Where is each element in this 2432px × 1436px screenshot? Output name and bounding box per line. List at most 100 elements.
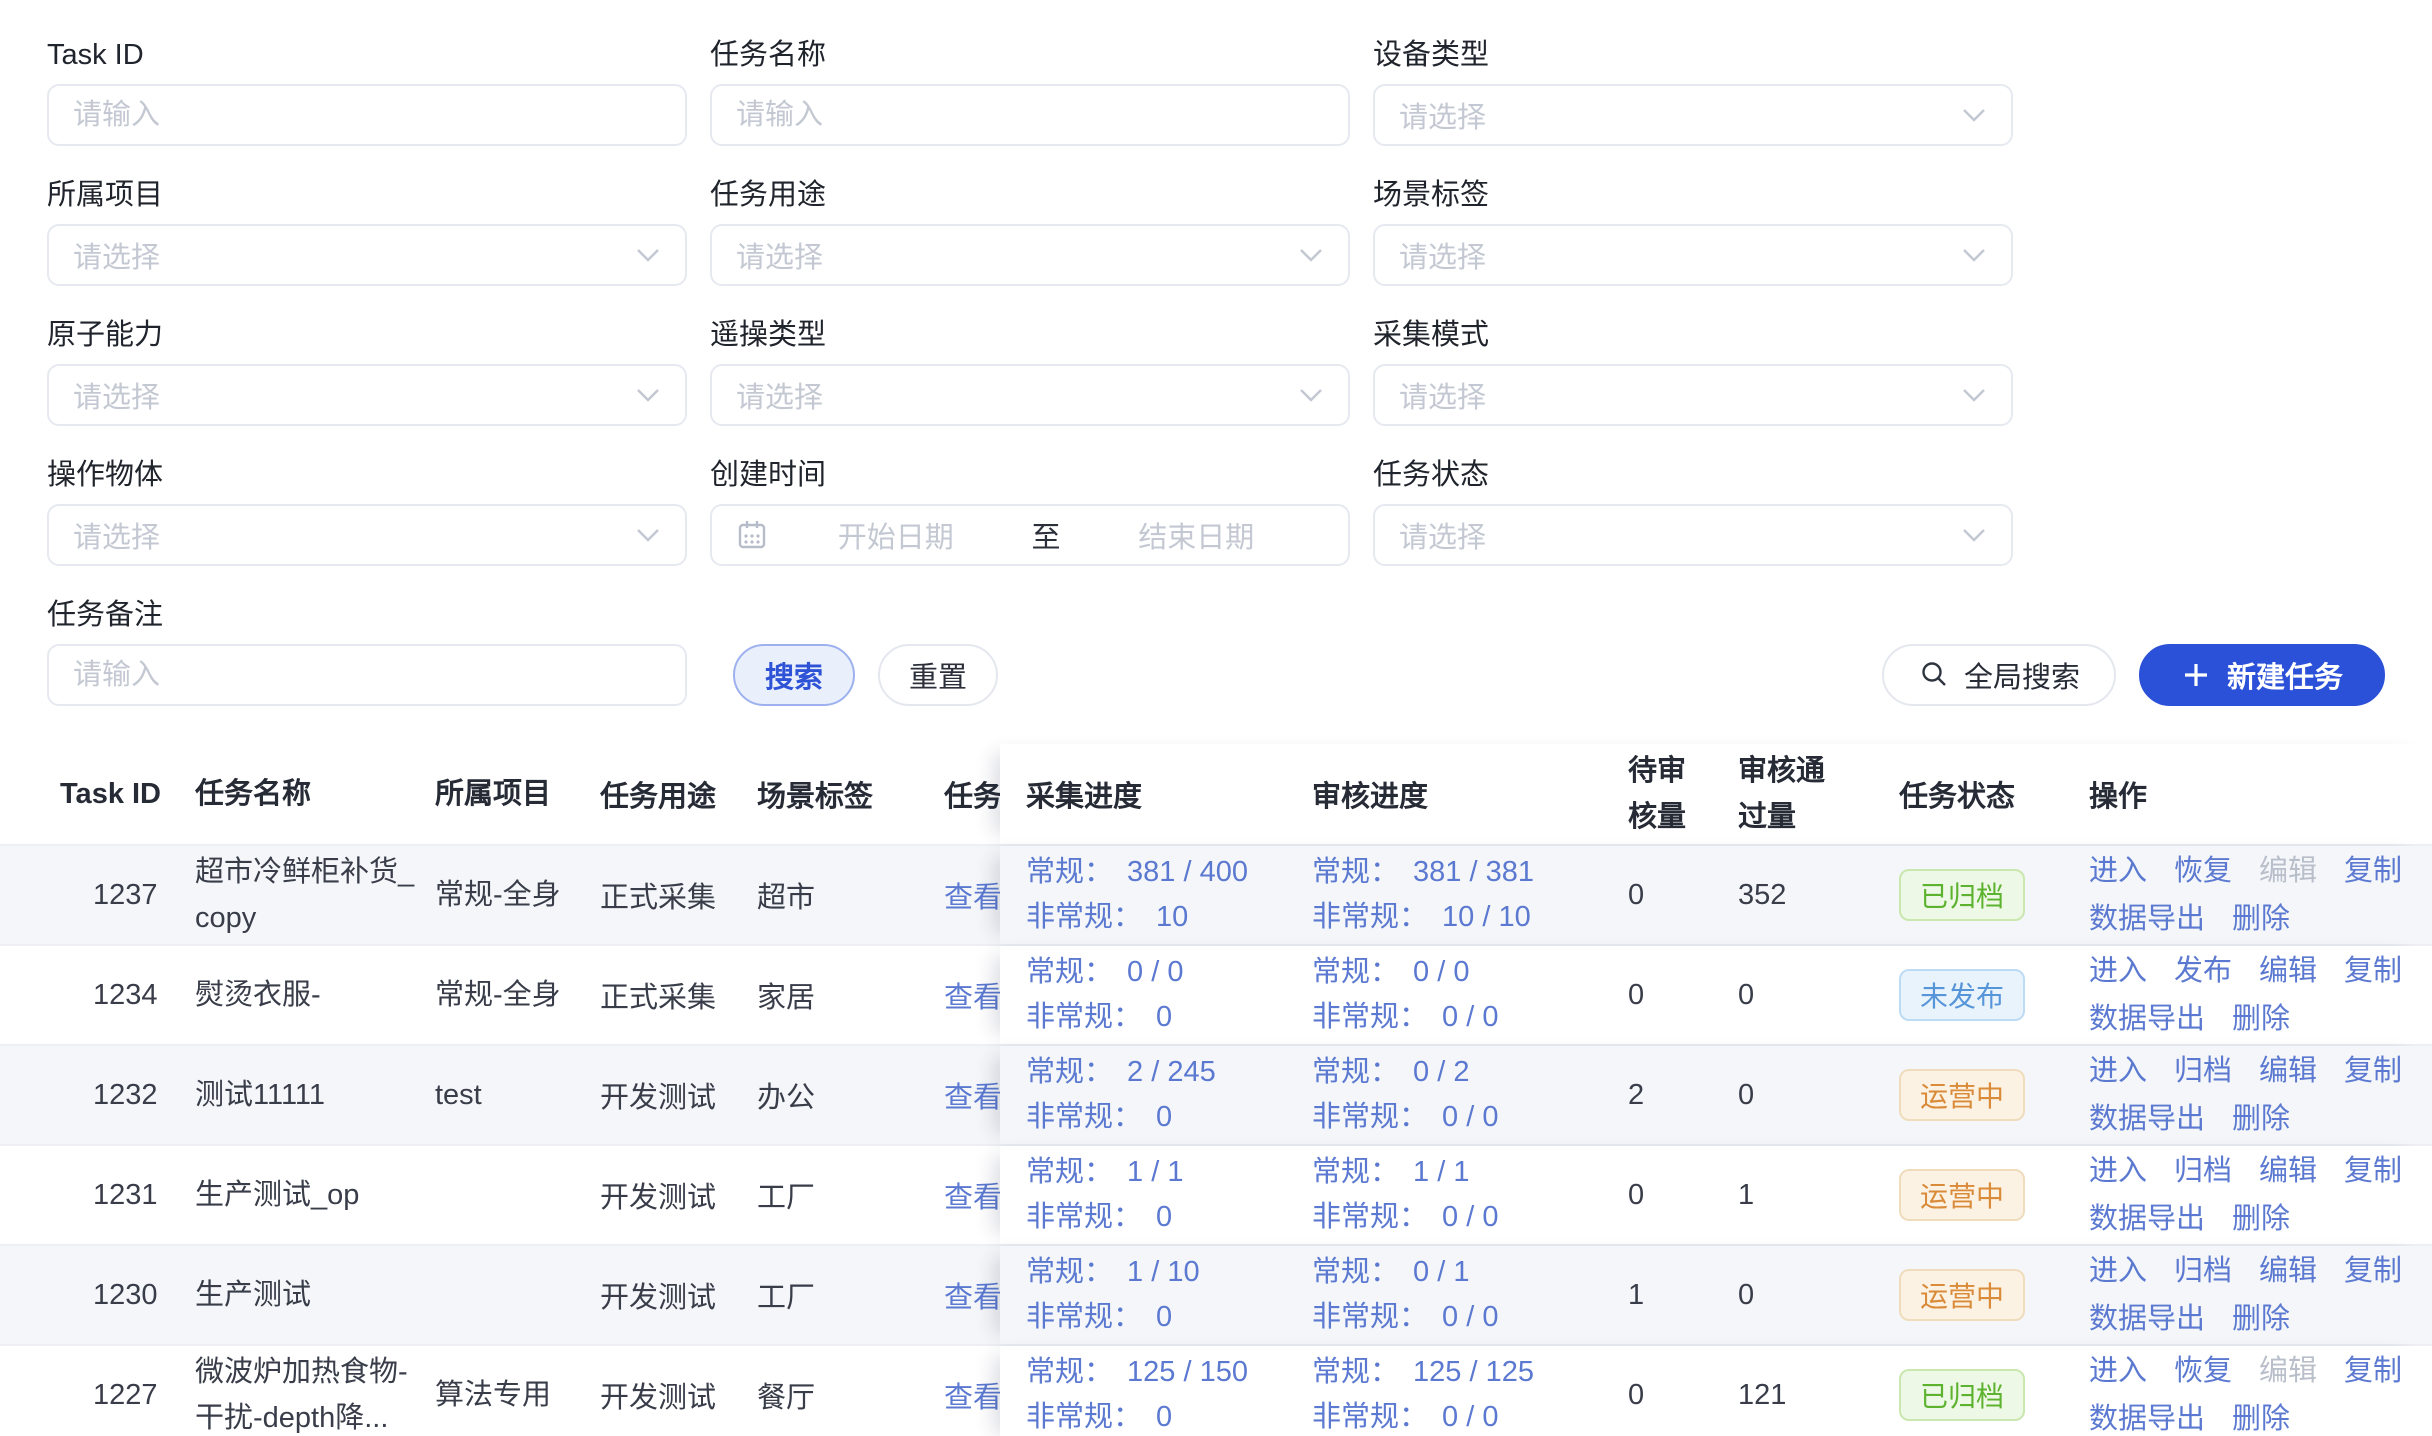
project-cell: 常规-全身 [435,872,600,918]
view-note-link[interactable]: 查看 [944,1082,1000,1114]
chevron-down-icon [1961,246,1987,264]
op-restore-link[interactable]: 恢复 [2174,856,2232,886]
op-enter-link[interactable]: 进入 [2089,856,2147,886]
review-progress-cell: 常规：1 / 1 非常规：0 / 0 [1312,1150,1620,1240]
status-badge: 运营中 [1899,1269,2025,1321]
ops-cell: 进入 恢复 编辑 复制 数据导出 删除 [2089,1356,2432,1434]
view-note-link[interactable]: 查看 [944,1282,1000,1314]
note-cell: 查看 [918,1374,1000,1416]
review-progress-cell: 常规：0 / 1 非常规：0 / 0 [1312,1250,1620,1340]
approved-count: 121 [1732,1379,1899,1412]
view-note-link[interactable]: 查看 [944,882,1000,914]
op-copy-link[interactable]: 复制 [2344,856,2402,886]
project-select[interactable]: 请选择 [47,224,687,286]
review-progress-cell: 常规：125 / 125 非常规：0 / 0 [1312,1350,1620,1436]
object-select[interactable]: 请选择 [47,504,687,566]
global-search-button[interactable]: 全局搜索 [1882,644,2116,706]
op-copy-link[interactable]: 复制 [2344,1056,2402,1086]
task-id-cell: 1232 [0,1079,195,1112]
op-copy-link[interactable]: 复制 [2344,1256,2402,1286]
note-cell: 查看 [918,1174,1000,1216]
approved-count: 1 [1732,1179,1899,1212]
view-note-link[interactable]: 查看 [944,1182,1000,1214]
op-delete-link[interactable]: 删除 [2232,1104,2290,1134]
task-table: Task ID 任务名称 所属项目 任务用途 场景标签 任务备注 采集进度 审核… [0,744,2432,1436]
chevron-down-icon [635,526,661,544]
project-cell: test [435,1072,600,1118]
new-task-button[interactable]: 新建任务 [2139,644,2385,706]
filter-collect-mode: 采集模式 请选择 [1373,320,2013,426]
op-delete-link[interactable]: 删除 [2232,1204,2290,1234]
op-enter-link[interactable]: 进入 [2089,1156,2147,1186]
table-row: 1237 超市冷鲜柜补货_copy 常规-全身 正式采集 超市 查看 常规：38… [0,844,2432,944]
task-name-input[interactable] [710,84,1350,146]
device-type-select[interactable]: 请选择 [1373,84,2013,146]
plus-icon [2181,660,2211,690]
task-name-cell: 生产测试_op [195,1172,435,1218]
op-edit-link[interactable]: 编辑 [2259,1056,2317,1086]
teleop-select[interactable]: 请选择 [710,364,1350,426]
task-status-select[interactable]: 请选择 [1373,504,2013,566]
op-export-link[interactable]: 数据导出 [2089,904,2205,934]
status-badge: 未发布 [1899,969,2025,1021]
filter-label-purpose: 任务用途 [710,180,1350,210]
op-restore-link[interactable]: 恢复 [2174,1356,2232,1386]
op-enter-link[interactable]: 进入 [2089,1056,2147,1086]
op-edit-link[interactable]: 编辑 [2259,956,2317,986]
col-note: 任务备注 [918,773,1000,815]
review-progress-cell: 常规：381 / 381 非常规：10 / 10 [1312,850,1620,940]
purpose-cell: 开发测试 [600,1174,757,1216]
op-edit-link[interactable]: 编辑 [2259,1156,2317,1186]
scene-cell: 办公 [757,1074,918,1116]
op-delete-link[interactable]: 删除 [2232,1404,2290,1434]
search-button[interactable]: 搜索 [733,644,855,706]
op-archive-link[interactable]: 归档 [2174,1156,2232,1186]
view-note-link[interactable]: 查看 [944,1382,1000,1414]
end-date-input[interactable]: 结束日期 [1069,514,1325,556]
filter-label-atomic: 原子能力 [47,320,687,350]
op-enter-link[interactable]: 进入 [2089,956,2147,986]
op-export-link[interactable]: 数据导出 [2089,1304,2205,1334]
approved-count: 0 [1732,1279,1899,1312]
op-enter-link[interactable]: 进入 [2089,1356,2147,1386]
collect-mode-select[interactable]: 请选择 [1373,364,2013,426]
atomic-select[interactable]: 请选择 [47,364,687,426]
scene-cell: 餐厅 [757,1374,918,1416]
op-export-link[interactable]: 数据导出 [2089,1204,2205,1234]
new-task-label: 新建任务 [2227,654,2343,696]
col-task-id: Task ID [0,778,195,811]
op-copy-link[interactable]: 复制 [2344,956,2402,986]
view-note-link[interactable]: 查看 [944,982,1000,1014]
project-cell: 常规-全身 [435,972,600,1018]
op-delete-link[interactable]: 删除 [2232,1004,2290,1034]
task-note-input[interactable] [47,644,687,706]
task-id-input[interactable] [47,84,687,146]
date-range-picker[interactable]: 开始日期 至 结束日期 [710,504,1350,566]
status-cell: 运营中 [1899,1169,2089,1221]
purpose-select[interactable]: 请选择 [710,224,1350,286]
op-export-link[interactable]: 数据导出 [2089,1004,2205,1034]
col-project: 所属项目 [435,771,600,817]
op-copy-link[interactable]: 复制 [2344,1356,2402,1386]
ops-cell: 进入 发布 编辑 复制 数据导出 删除 [2089,956,2432,1034]
status-badge: 运营中 [1899,1169,2025,1221]
select-placeholder: 请选择 [1399,374,1486,416]
filter-device-type: 设备类型 请选择 [1373,40,2013,146]
op-publish-link[interactable]: 发布 [2174,956,2232,986]
op-delete-link[interactable]: 删除 [2232,1304,2290,1334]
op-enter-link[interactable]: 进入 [2089,1256,2147,1286]
op-edit-link[interactable]: 编辑 [2259,1256,2317,1286]
op-copy-link[interactable]: 复制 [2344,1156,2402,1186]
filter-task-id: Task ID [47,40,687,146]
pending-count: 1 [1620,1279,1732,1312]
project-cell: 算法专用 [435,1372,600,1418]
reset-button[interactable]: 重置 [878,644,998,706]
op-archive-link[interactable]: 归档 [2174,1056,2232,1086]
op-export-link[interactable]: 数据导出 [2089,1104,2205,1134]
start-date-input[interactable]: 开始日期 [768,514,1024,556]
scene-tag-select[interactable]: 请选择 [1373,224,2013,286]
note-cell: 查看 [918,1074,1000,1116]
op-delete-link[interactable]: 删除 [2232,904,2290,934]
op-archive-link[interactable]: 归档 [2174,1256,2232,1286]
op-export-link[interactable]: 数据导出 [2089,1404,2205,1434]
